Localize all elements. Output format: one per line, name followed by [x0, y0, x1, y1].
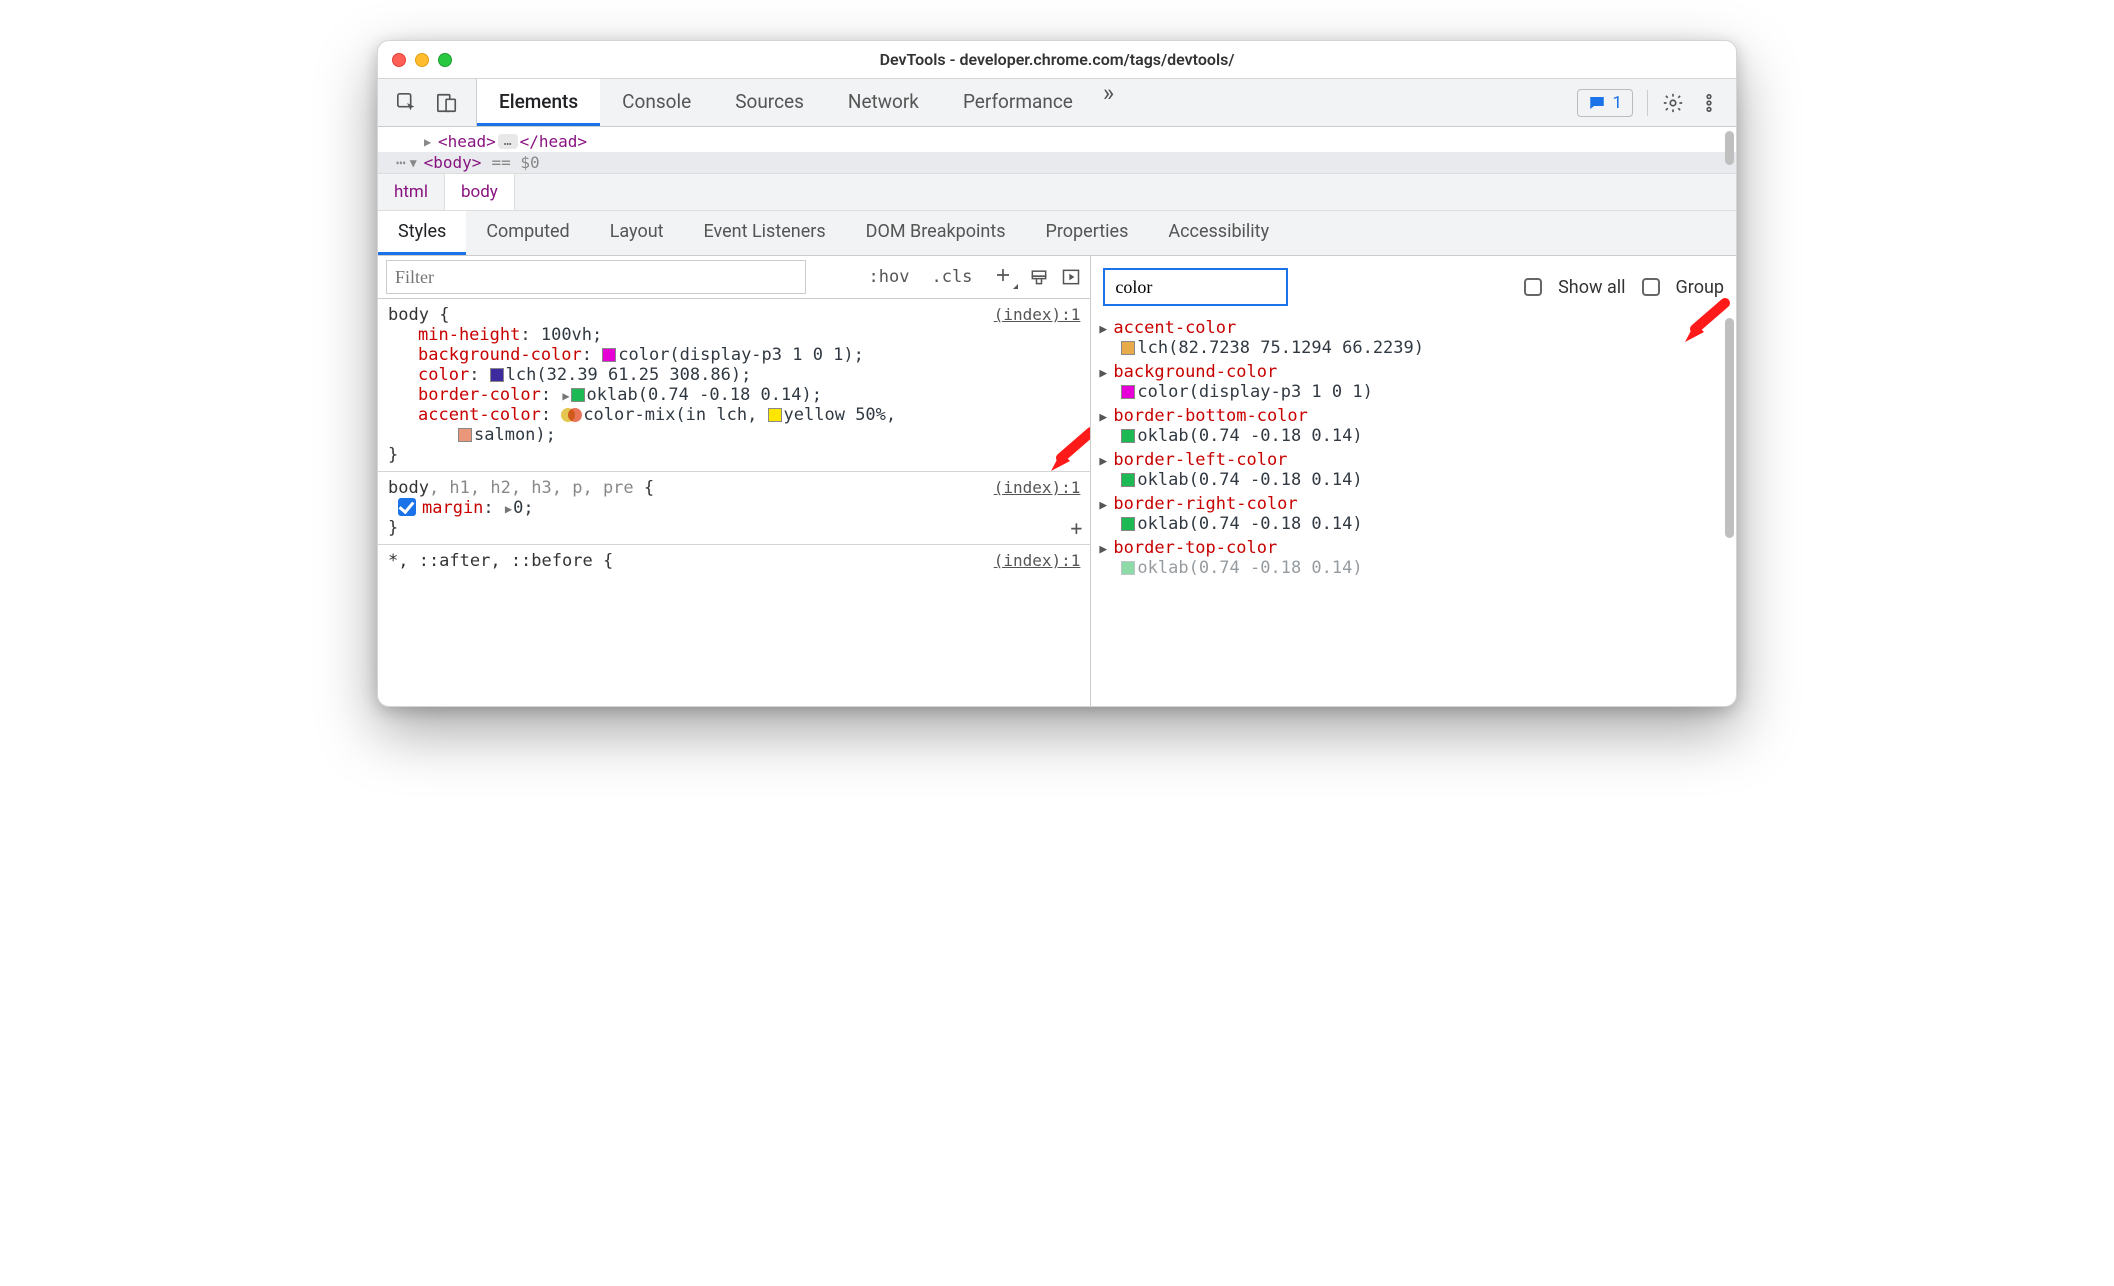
computed-row[interactable]: ▶accent-color lch(82.7238 75.1294 66.223…: [1095, 316, 1728, 360]
expand-trace-icon[interactable]: ▶: [1099, 454, 1113, 469]
window-controls: [392, 53, 452, 67]
expand-trace-icon[interactable]: ▶: [1099, 322, 1113, 337]
scrollbar-thumb[interactable]: [1725, 318, 1734, 538]
more-menu-icon[interactable]: [1698, 92, 1720, 114]
color-swatch-icon[interactable]: [768, 408, 782, 422]
computed-toolbar: Show all Group: [1091, 256, 1736, 316]
subtab-styles[interactable]: Styles: [378, 211, 466, 255]
computed-row[interactable]: ▶border-bottom-color oklab(0.74 -0.18 0.…: [1095, 404, 1728, 448]
titlebar: DevTools - developer.chrome.com/tags/dev…: [378, 41, 1736, 79]
styles-pane: :hov .cls (index):1 body { min-height: 1…: [378, 256, 1091, 706]
tab-elements[interactable]: Elements: [477, 79, 600, 126]
color-swatch-icon[interactable]: [602, 348, 616, 362]
settings-gear-icon[interactable]: [1662, 92, 1684, 114]
css-rule[interactable]: (index):1 body { min-height: 100vh; back…: [378, 299, 1090, 472]
crumb-body[interactable]: body: [445, 174, 515, 210]
devtools-window: DevTools - developer.chrome.com/tags/dev…: [377, 40, 1737, 707]
main-toolbar: Elements Console Sources Network Perform…: [378, 79, 1736, 127]
color-swatch-icon[interactable]: [1121, 341, 1135, 355]
subtab-accessibility[interactable]: Accessibility: [1148, 211, 1289, 255]
close-window-button[interactable]: [392, 53, 406, 67]
expand-shorthand-icon[interactable]: ▶: [504, 502, 513, 516]
expand-trace-icon[interactable]: ▶: [1099, 366, 1113, 381]
css-rule[interactable]: (index):1 *, ::after, ::before {: [378, 545, 1090, 577]
rule-origin-link[interactable]: (index):1: [994, 551, 1081, 570]
color-swatch-icon[interactable]: [1121, 561, 1135, 575]
group-label: Group: [1676, 277, 1724, 298]
add-declaration-button[interactable]: +: [1070, 516, 1082, 540]
cls-toggle[interactable]: .cls: [925, 267, 978, 287]
styles-filter-input[interactable]: [386, 260, 806, 294]
subtab-properties[interactable]: Properties: [1026, 211, 1149, 255]
color-swatch-icon[interactable]: [458, 428, 472, 442]
hov-toggle[interactable]: :hov: [863, 267, 916, 287]
rule-origin-link[interactable]: (index):1: [994, 305, 1081, 324]
computed-pane: Show all Group ▶accent-color lch(82.7238…: [1091, 256, 1736, 706]
color-swatch-icon[interactable]: [571, 388, 585, 402]
computed-filter-input[interactable]: [1103, 268, 1288, 306]
issues-badge[interactable]: 1: [1577, 89, 1633, 117]
color-swatch-icon[interactable]: [1121, 429, 1135, 443]
panel-tabs: Elements Console Sources Network Perform…: [477, 79, 1561, 126]
subtab-dom-breakpoints[interactable]: DOM Breakpoints: [846, 211, 1026, 255]
color-swatch-icon[interactable]: [490, 368, 504, 382]
subtab-layout[interactable]: Layout: [590, 211, 684, 255]
issues-count: 1: [1612, 93, 1622, 113]
dom-node-head[interactable]: ▶ <head> … </head>: [388, 131, 1726, 152]
color-swatch-icon[interactable]: [1121, 517, 1135, 531]
show-all-checkbox[interactable]: [1524, 278, 1542, 296]
dom-tree[interactable]: ▶ <head> … </head> ▼ <body> == $0: [378, 127, 1736, 173]
breadcrumbs: html body: [378, 173, 1736, 211]
sidebar-tabs: Styles Computed Layout Event Listeners D…: [378, 211, 1736, 256]
paint-brush-icon[interactable]: [1028, 266, 1050, 288]
computed-styles-toggle-icon[interactable]: [1060, 266, 1082, 288]
rule-origin-link[interactable]: (index):1: [994, 478, 1081, 497]
css-rule[interactable]: (index):1 body, h1, h2, h3, p, pre { mar…: [378, 472, 1090, 545]
computed-row[interactable]: ▶background-color color(display-p3 1 0 1…: [1095, 360, 1728, 404]
expand-trace-icon[interactable]: ▶: [1099, 498, 1113, 513]
computed-row[interactable]: ▶border-right-color oklab(0.74 -0.18 0.1…: [1095, 492, 1728, 536]
scrollbar-thumb[interactable]: [1725, 131, 1734, 165]
color-swatch-icon[interactable]: [1121, 385, 1135, 399]
color-swatch-icon[interactable]: [1121, 473, 1135, 487]
crumb-html[interactable]: html: [378, 174, 445, 210]
collapsed-ellipsis-icon[interactable]: …: [498, 134, 518, 149]
subtab-event-listeners[interactable]: Event Listeners: [684, 211, 846, 255]
tab-network[interactable]: Network: [826, 79, 941, 126]
annotation-arrow-icon: [1680, 298, 1730, 352]
tabs-overflow-icon[interactable]: »: [1095, 79, 1122, 126]
tab-console[interactable]: Console: [600, 79, 713, 126]
tab-sources[interactable]: Sources: [713, 79, 826, 126]
computed-scrollbar[interactable]: [1725, 318, 1734, 700]
computed-row[interactable]: ▶border-top-color oklab(0.74 -0.18 0.14): [1095, 536, 1728, 580]
show-all-label: Show all: [1558, 277, 1625, 298]
subtab-computed[interactable]: Computed: [466, 211, 589, 255]
minimize-window-button[interactable]: [415, 53, 429, 67]
inspect-element-icon[interactable]: [396, 92, 418, 114]
expand-trace-icon[interactable]: ▶: [1099, 542, 1113, 557]
device-toolbar-icon[interactable]: [436, 92, 458, 114]
dom-node-body[interactable]: ▼ <body> == $0: [378, 152, 1736, 173]
divider: [1647, 90, 1648, 116]
group-checkbox[interactable]: [1642, 278, 1660, 296]
maximize-window-button[interactable]: [438, 53, 452, 67]
main-panes: :hov .cls (index):1 body { min-height: 1…: [378, 256, 1736, 706]
styles-rules-list: (index):1 body { min-height: 100vh; back…: [378, 299, 1090, 706]
expand-trace-icon[interactable]: ▶: [1099, 410, 1113, 425]
enabled-checkbox[interactable]: [398, 498, 416, 516]
expand-shorthand-icon[interactable]: ▶: [561, 389, 570, 403]
styles-filter-bar: :hov .cls: [378, 256, 1090, 299]
window-title: DevTools - developer.chrome.com/tags/dev…: [378, 50, 1736, 69]
computed-properties-list: ▶accent-color lch(82.7238 75.1294 66.223…: [1091, 316, 1736, 580]
computed-row[interactable]: ▶border-left-color oklab(0.74 -0.18 0.14…: [1095, 448, 1728, 492]
color-mix-swatch-icon[interactable]: [561, 407, 581, 423]
tab-performance[interactable]: Performance: [941, 79, 1095, 126]
new-style-rule-button[interactable]: [988, 266, 1018, 289]
dom-scrollbar[interactable]: [1725, 131, 1734, 173]
